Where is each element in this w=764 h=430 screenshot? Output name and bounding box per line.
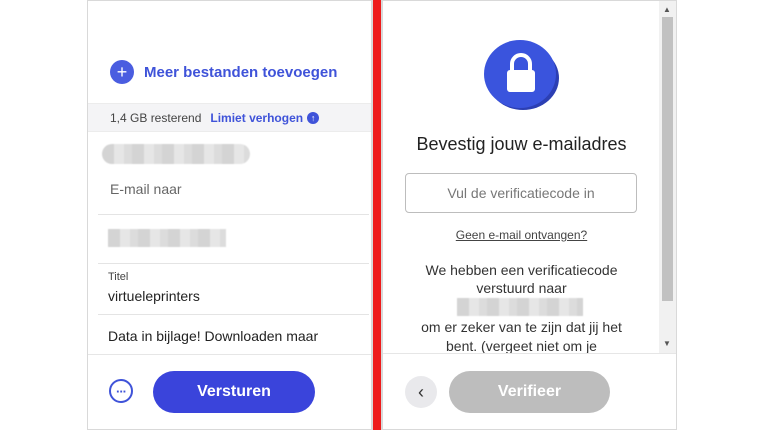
send-button[interactable]: Versturen	[153, 371, 315, 413]
scroll-thumb[interactable]	[662, 17, 673, 301]
no-email-link[interactable]: Geen e-mail ontvangen?	[383, 228, 660, 242]
scroll-up-icon[interactable]: ▲	[663, 5, 671, 14]
recipient-email-blurred	[108, 229, 226, 247]
title-value[interactable]: virtueleprinters	[108, 288, 200, 304]
verify-heading: Bevestig jouw e-mailadres	[416, 134, 627, 154]
arrow-up-icon: ↑	[307, 111, 320, 124]
chevron-left-icon: ‹	[418, 381, 424, 402]
scroll-down-icon[interactable]: ▼	[663, 339, 671, 348]
title-label: Titel	[108, 271, 129, 283]
plus-icon: +	[110, 60, 134, 84]
add-files-label: Meer bestanden toevoegen	[144, 63, 338, 81]
info-line-4: bent. (vergeet niet om je	[446, 338, 597, 354]
left-footer: ··· Versturen	[88, 354, 371, 429]
lock-icon	[481, 34, 561, 114]
storage-bar: 1,4 GB resterend Limiet verhogen ↑	[88, 103, 371, 132]
email-to-field[interactable]: E-mail naar	[98, 166, 369, 215]
email-address-blurred	[457, 298, 583, 316]
back-button[interactable]: ‹	[405, 376, 437, 408]
verification-code-input[interactable]: Vul de verificatiecode in	[405, 173, 637, 213]
email-to-placeholder: E-mail naar	[110, 181, 182, 197]
increase-limit-link[interactable]: Limiet verhogen ↑	[210, 110, 320, 125]
storage-remaining: 1,4 GB resterend	[110, 110, 202, 125]
message-text: Data in bijlage! Downloaden maar	[108, 328, 319, 344]
info-line-2: verstuurd naar	[476, 280, 567, 296]
add-files-button[interactable]: + Meer bestanden toevoegen	[110, 60, 337, 84]
transfer-panel: + Meer bestanden toevoegen 1,4 GB rester…	[88, 1, 371, 429]
more-horizontal-icon: ···	[116, 383, 127, 399]
info-line-3: om er zeker van te zijn dat jij het	[421, 319, 622, 335]
red-divider	[373, 0, 381, 430]
sender-email-blurred	[102, 144, 250, 164]
increase-limit-label: Limiet verhogen	[210, 110, 304, 125]
verification-code-placeholder: Vul de verificatiecode in	[447, 185, 595, 201]
info-line-1: We hebben een verificatiecode	[425, 262, 618, 278]
more-options-button[interactable]: ···	[109, 379, 133, 403]
message-field[interactable]: Data in bijlage! Downloaden maar	[108, 328, 348, 344]
verify-button[interactable]: Verifieer	[449, 371, 610, 413]
right-footer: ‹ Verifieer	[383, 353, 676, 429]
verify-panel: Bevestig jouw e-mailadres Vul de verific…	[383, 1, 676, 429]
scrollbar[interactable]: ▲ ▼	[659, 1, 676, 353]
recipient-field[interactable]	[98, 215, 369, 264]
